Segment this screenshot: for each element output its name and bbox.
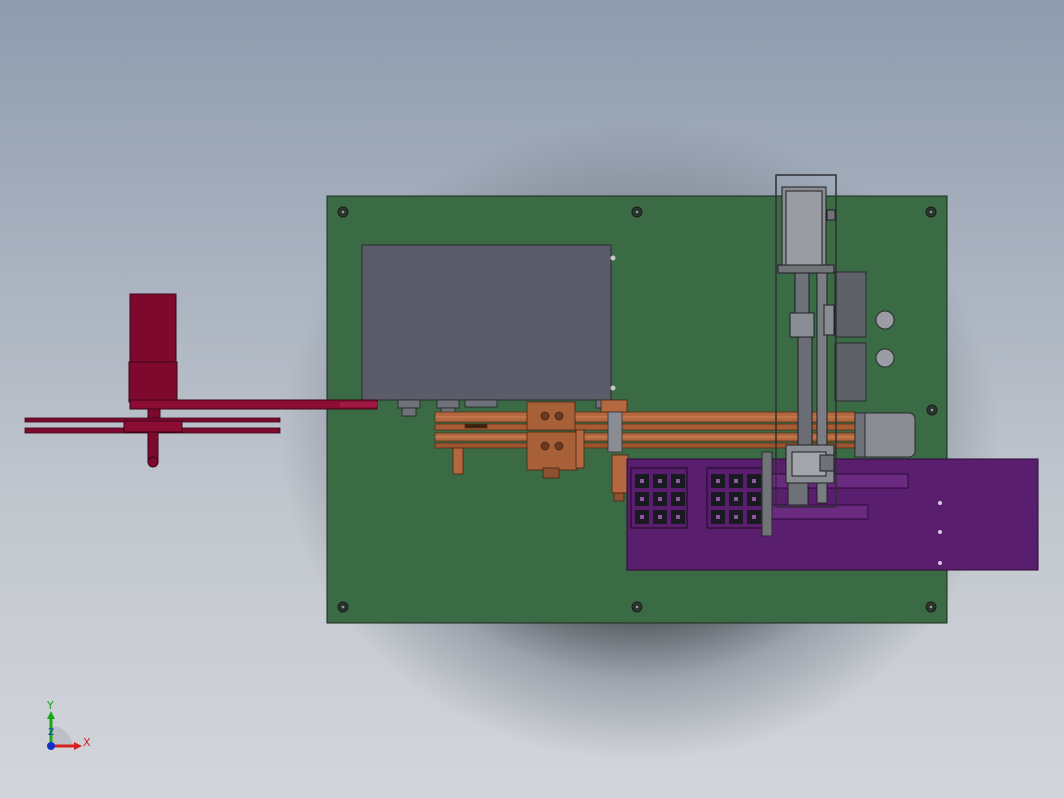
z-axis-label: Z — [48, 728, 55, 738]
machine-assembly-model[interactable] — [0, 0, 1064, 798]
x-axis-label: X — [83, 736, 91, 749]
y-axis-label: Y — [47, 699, 54, 712]
motor-body — [129, 293, 177, 363]
left-motor-assembly — [24, 293, 378, 468]
motor-arm — [129, 399, 378, 410]
copper-rails — [434, 411, 856, 449]
cover-box — [361, 244, 612, 401]
socket-grid-left — [630, 467, 688, 529]
cad-3d-viewport[interactable]: Y X Z — [0, 0, 1064, 798]
z-axis-dot — [47, 742, 55, 750]
socket-grid-right — [706, 467, 766, 529]
